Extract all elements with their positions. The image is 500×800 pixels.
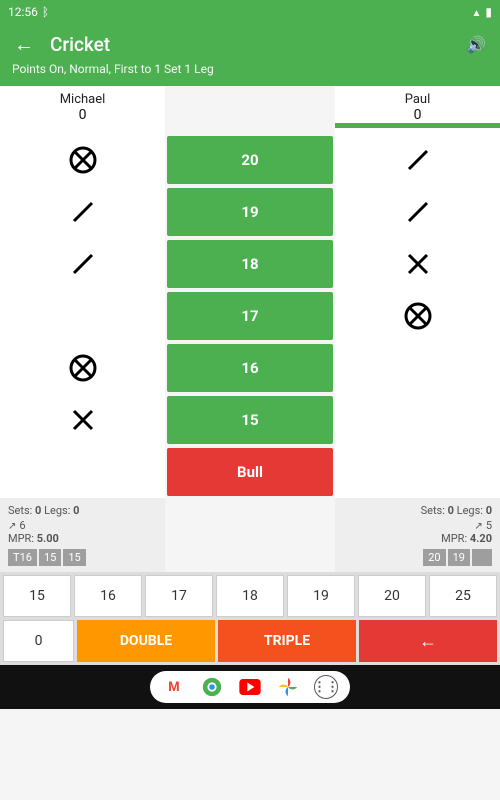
target-19[interactable]: 19	[167, 188, 333, 236]
key-20[interactable]: 20	[358, 575, 426, 617]
player-left-turn-indicator	[0, 123, 165, 128]
app-photos-icon[interactable]	[276, 675, 300, 699]
key-0[interactable]: 0	[3, 620, 74, 662]
app-drawer-icon[interactable]: ⋮⋮	[314, 675, 338, 699]
targets-column: 201918171615Bull	[165, 134, 335, 498]
score-board: 201918171615Bull	[0, 134, 500, 498]
mark-right-1	[335, 186, 500, 238]
mark-left-5	[0, 394, 165, 446]
player-right-turn-indicator	[335, 123, 500, 128]
marks-column-right	[335, 134, 500, 498]
app-youtube-icon[interactable]	[238, 675, 262, 699]
mark-left-2	[0, 238, 165, 290]
game-settings-label: Points On, Normal, First to 1 Set 1 Leg	[12, 62, 488, 76]
player-right-name: Paul	[335, 92, 500, 107]
key-25[interactable]: 25	[429, 575, 497, 617]
mark-right-0	[335, 134, 500, 186]
signal-icon	[471, 5, 481, 19]
mark-left-3	[0, 290, 165, 342]
status-time: 12:56	[8, 5, 38, 19]
dart-icon	[8, 519, 16, 532]
key-15[interactable]: 15	[3, 575, 71, 617]
history-cell: T16	[8, 549, 37, 566]
mark-left-6	[0, 446, 165, 498]
target-18[interactable]: 18	[167, 240, 333, 288]
status-bar: 12:56	[0, 0, 500, 24]
system-nav-bar: M ⋮⋮	[0, 665, 500, 709]
target-20[interactable]: 20	[167, 136, 333, 184]
players-header: Michael 0 Paul 0	[0, 86, 500, 134]
player-left-score: 0	[0, 107, 165, 123]
history-cell	[472, 549, 492, 566]
keypad: 15161718192025 0 DOUBLE TRIPLE	[0, 572, 500, 665]
target-bull[interactable]: Bull	[167, 448, 333, 496]
target-16[interactable]: 16	[167, 344, 333, 392]
stats-row: Sets: 0 Legs: 0 6 MPR: 5.00 T161515 Sets…	[0, 498, 500, 572]
history-cell: 20	[423, 549, 445, 566]
key-backspace[interactable]	[359, 620, 497, 662]
mark-left-4	[0, 342, 165, 394]
player-right-score: 0	[335, 107, 500, 123]
app-chrome-icon[interactable]	[200, 675, 224, 699]
app-bar: Cricket Points On, Normal, First to 1 Se…	[0, 24, 500, 86]
marks-column-left	[0, 134, 165, 498]
key-18[interactable]: 18	[216, 575, 284, 617]
bluetooth-icon	[42, 5, 49, 19]
volume-button[interactable]	[464, 32, 488, 56]
target-17[interactable]: 17	[167, 292, 333, 340]
mark-right-2	[335, 238, 500, 290]
history-cell: 15	[63, 549, 85, 566]
key-double[interactable]: DOUBLE	[77, 620, 215, 662]
target-15[interactable]: 15	[167, 396, 333, 444]
history-cell: 15	[39, 549, 61, 566]
back-button[interactable]	[12, 32, 36, 56]
key-17[interactable]: 17	[145, 575, 213, 617]
key-16[interactable]: 16	[74, 575, 142, 617]
key-19[interactable]: 19	[287, 575, 355, 617]
player-left-header[interactable]: Michael 0	[0, 86, 165, 134]
mark-left-0	[0, 134, 165, 186]
page-title: Cricket	[50, 33, 450, 56]
app-gmail-icon[interactable]: M	[162, 675, 186, 699]
stats-left: Sets: 0 Legs: 0 6 MPR: 5.00 T161515	[0, 498, 165, 572]
mark-right-3	[335, 290, 500, 342]
battery-icon	[485, 5, 492, 19]
mark-right-4	[335, 342, 500, 394]
mark-right-6	[335, 446, 500, 498]
mark-left-1	[0, 186, 165, 238]
key-triple[interactable]: TRIPLE	[218, 620, 356, 662]
player-right-header[interactable]: Paul 0	[335, 86, 500, 134]
stats-right: Sets: 0 Legs: 0 5 MPR: 4.20 2019	[335, 498, 500, 572]
dart-icon	[474, 519, 482, 532]
history-cell: 19	[448, 549, 470, 566]
backspace-icon	[419, 631, 437, 652]
player-left-name: Michael	[0, 92, 165, 107]
mark-right-5	[335, 394, 500, 446]
